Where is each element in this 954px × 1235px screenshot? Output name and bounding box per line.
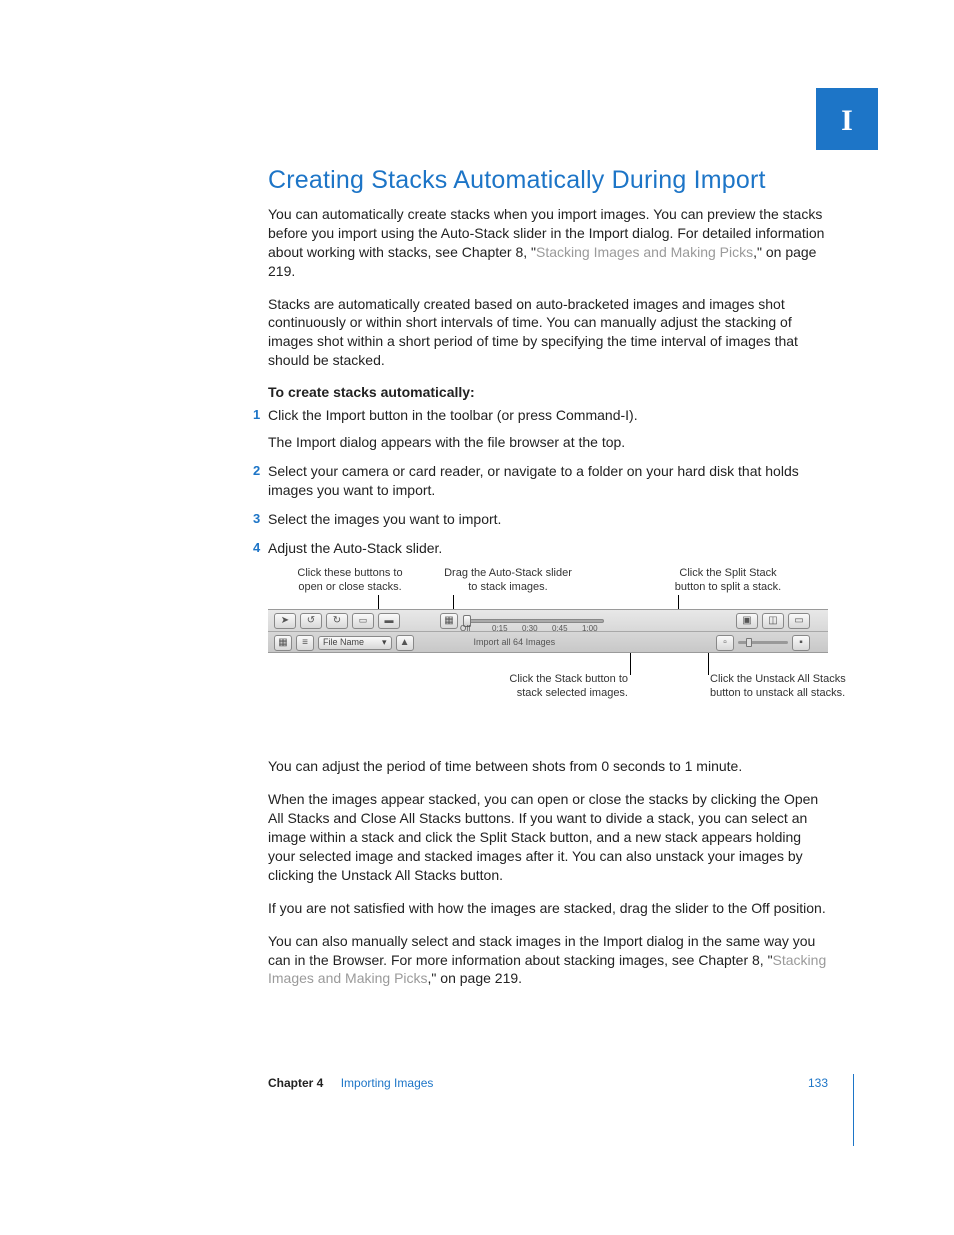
body-paragraph: You can also manually select and stack i… xyxy=(268,932,828,989)
chapter-label: Chapter 4 xyxy=(268,1076,323,1090)
step-number: 1 xyxy=(253,406,260,424)
footer-rule xyxy=(853,1074,854,1146)
import-toolbar: ➤ ↺ ↻ ▭ ▬ ▦ Off 0:15 0:30 0:45 1:00 xyxy=(268,609,828,653)
step-text: Select the images you want to import. xyxy=(268,511,501,527)
cross-reference-link[interactable]: Stacking Images and Making Picks xyxy=(536,244,753,260)
slider-tick: 1:00 xyxy=(582,624,598,634)
page-content: Creating Stacks Automatically During Imp… xyxy=(268,166,828,1002)
toolbar-figure: Click these buttons to open or close sta… xyxy=(268,567,828,733)
sort-key-dropdown[interactable]: File Name ▾ xyxy=(318,636,392,650)
slider-knob[interactable] xyxy=(746,638,752,647)
slider-tick: 0:45 xyxy=(552,624,568,634)
toolbar-upper-row: ➤ ↺ ↻ ▭ ▬ ▦ Off 0:15 0:30 0:45 1:00 xyxy=(268,610,828,632)
callout-drag-slider: Drag the Auto-Stack slider to stack imag… xyxy=(443,567,573,595)
open-stacks-button[interactable]: ▭ xyxy=(352,613,374,629)
step-text: Select your camera or card reader, or na… xyxy=(268,463,799,498)
close-stacks-button[interactable]: ▬ xyxy=(378,613,400,629)
list-view-button[interactable]: ≡ xyxy=(296,635,314,651)
stack-close-icon: ▬ xyxy=(385,615,394,626)
step-number: 3 xyxy=(253,510,260,528)
rotate-cw-button[interactable]: ↻ xyxy=(326,613,348,629)
page-section-tab: I xyxy=(816,88,878,150)
callout-open-close: Click these buttons to open or close sta… xyxy=(290,567,410,595)
unstack-all-button[interactable]: ▭ xyxy=(788,613,810,629)
steps-heading: To create stacks automatically: xyxy=(268,384,828,400)
body-paragraph: If you are not satisfied with how the im… xyxy=(268,899,828,918)
step-number: 4 xyxy=(253,539,260,557)
step-item: 1 Click the Import button in the toolbar… xyxy=(268,406,828,452)
stack-button[interactable]: ▣ xyxy=(736,613,758,629)
para6-text-b: ," on page 219. xyxy=(428,970,523,986)
step-subtext: The Import dialog appears with the file … xyxy=(268,433,828,452)
auto-stack-slider[interactable] xyxy=(464,619,604,623)
para6-text-a: You can also manually select and stack i… xyxy=(268,933,815,968)
step-item: 4 Adjust the Auto-Stack slider. xyxy=(268,539,828,558)
auto-stack-slider-area: Off 0:15 0:30 0:45 1:00 xyxy=(464,618,604,623)
page-number: 133 xyxy=(808,1076,828,1090)
callout-line xyxy=(708,653,709,675)
import-count-label: Import all 64 Images xyxy=(474,637,556,648)
slider-tick: 0:15 xyxy=(492,624,508,634)
intro-paragraph-1: You can automatically create stacks when… xyxy=(268,205,828,281)
stack-toggle-button[interactable]: ▦ xyxy=(440,613,458,629)
pointer-tool-button[interactable]: ➤ xyxy=(274,613,296,629)
step-item: 2 Select your camera or card reader, or … xyxy=(268,462,828,500)
toolbar-lower-row: ▦ ≡ File Name ▾ ▲ Import all 64 Images ▫… xyxy=(268,632,828,653)
slider-tick: Off xyxy=(460,624,471,634)
footer-left: Chapter 4 Importing Images xyxy=(268,1076,433,1090)
thumbnail-large-icon[interactable]: ▪ xyxy=(792,635,810,651)
thumbnail-small-icon[interactable]: ▫ xyxy=(716,635,734,651)
dropdown-arrows-icon: ▾ xyxy=(382,637,387,648)
page-footer: Chapter 4 Importing Images 133 xyxy=(268,1076,828,1090)
intro-paragraph-2: Stacks are automatically created based o… xyxy=(268,295,828,371)
step-text: Adjust the Auto-Stack slider. xyxy=(268,540,442,556)
body-paragraph: When the images appear stacked, you can … xyxy=(268,790,828,884)
step-item: 3 Select the images you want to import. xyxy=(268,510,828,529)
callout-line xyxy=(630,653,631,675)
callout-unstack-all: Click the Unstack All Stacks button to u… xyxy=(710,673,850,701)
sort-key-label: File Name xyxy=(323,637,364,648)
page-heading: Creating Stacks Automatically During Imp… xyxy=(268,166,828,195)
rotate-ccw-button[interactable]: ↺ xyxy=(300,613,322,629)
callout-split-stack: Click the Split Stack button to split a … xyxy=(668,567,788,595)
chapter-name: Importing Images xyxy=(341,1076,434,1090)
slider-tick: 0:30 xyxy=(522,624,538,634)
steps-list: 1 Click the Import button in the toolbar… xyxy=(268,406,828,557)
stack-open-icon: ▭ xyxy=(359,615,368,626)
body-paragraph: You can adjust the period of time betwee… xyxy=(268,757,828,776)
step-text: Click the Import button in the toolbar (… xyxy=(268,407,638,423)
grid-view-button[interactable]: ▦ xyxy=(274,635,292,651)
step-number: 2 xyxy=(253,462,260,480)
thumbnail-size-slider[interactable] xyxy=(738,641,788,644)
split-stack-button[interactable]: ◫ xyxy=(762,613,784,629)
callout-stack-button: Click the Stack button to stack selected… xyxy=(488,673,628,701)
sort-direction-button[interactable]: ▲ xyxy=(396,635,414,651)
